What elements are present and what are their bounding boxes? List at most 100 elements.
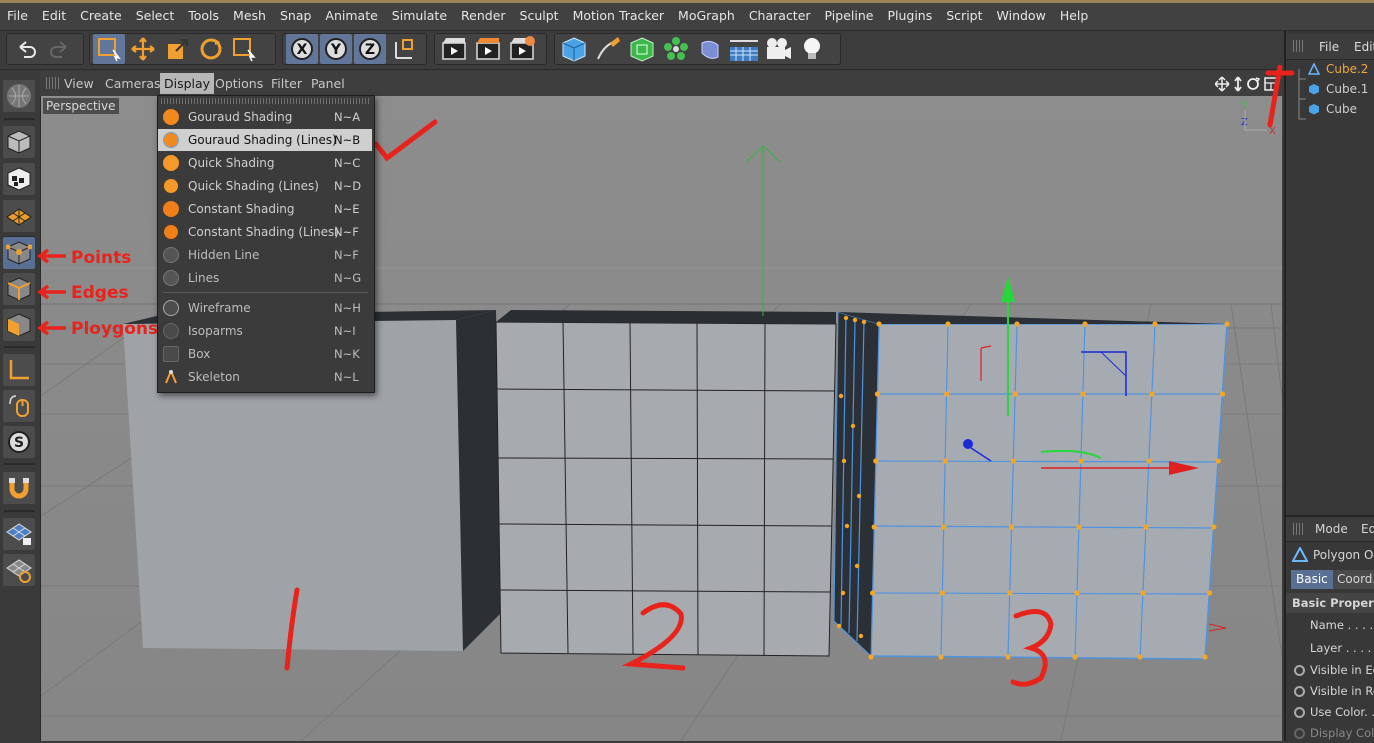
render-picture-viewer-button[interactable] — [472, 34, 504, 64]
render-group — [434, 33, 547, 65]
menu-file[interactable]: File — [0, 8, 35, 23]
display-item-gouraud-shading-lines[interactable]: Gouraud Shading (Lines) N~B — [158, 129, 372, 151]
make-editable-button[interactable] — [3, 80, 35, 112]
menu-mograph[interactable]: MoGraph — [671, 8, 742, 23]
display-color-radio[interactable] — [1294, 728, 1305, 739]
display-item-isoparms[interactable]: Isoparms N~I — [158, 320, 372, 342]
z-axis-icon: Z — [359, 38, 381, 60]
menu-motion-tracker[interactable]: Motion Tracker — [566, 8, 671, 23]
rotate-tool-button[interactable] — [195, 34, 227, 64]
menu-pipeline[interactable]: Pipeline — [818, 8, 881, 23]
panel-grip[interactable] — [1293, 40, 1305, 52]
light-button[interactable] — [796, 34, 828, 64]
polygons-mode-button[interactable] — [3, 309, 35, 341]
tab-coord[interactable]: Coord. — [1333, 570, 1374, 589]
attr-edit-menu[interactable]: Edi — [1361, 522, 1374, 536]
panel-menu[interactable]: Panel — [311, 76, 345, 91]
object-name: Cube — [1326, 102, 1357, 116]
menu-render[interactable]: Render — [454, 8, 513, 23]
z-axis-lock-button[interactable]: Z — [354, 34, 386, 64]
annotation-points: Points — [71, 248, 132, 268]
redo-button[interactable] — [44, 34, 76, 64]
solo-button[interactable]: S — [3, 426, 35, 458]
object-manager-menubar: File Edit — [1286, 34, 1374, 60]
menu-select[interactable]: Select — [129, 8, 182, 23]
display-item-shortcut: N~F — [334, 225, 359, 239]
live-selection-button[interactable] — [93, 34, 125, 64]
visible-editor-radio[interactable] — [1294, 665, 1305, 676]
menu-create[interactable]: Create — [73, 8, 129, 23]
undo-button[interactable] — [10, 34, 42, 64]
scale-icon — [168, 39, 188, 59]
view-menu[interactable]: View — [64, 76, 94, 91]
right-panel: File Edit Cube.2 Cube.1 Cube Mode Edi Po… — [1265, 31, 1374, 743]
camera-button[interactable] — [762, 34, 794, 64]
planar-workplane-button[interactable] — [3, 554, 35, 586]
scale-tool-button[interactable] — [161, 34, 193, 64]
y-axis-lock-button[interactable]: Y — [320, 34, 352, 64]
om-file-menu[interactable]: File — [1319, 40, 1339, 54]
menu-script[interactable]: Script — [939, 8, 989, 23]
edges-mode-button[interactable] — [3, 273, 35, 305]
display-item-gouraud-shading[interactable]: Gouraud Shading N~A — [158, 106, 372, 128]
render-settings-button[interactable] — [506, 34, 538, 64]
display-item-hidden-line[interactable]: Hidden Line N~F — [158, 244, 372, 266]
menu-tools[interactable]: Tools — [181, 8, 226, 23]
move-tool-button[interactable] — [127, 34, 159, 64]
menu-animate[interactable]: Animate — [318, 8, 384, 23]
subdivision-surface-button[interactable] — [626, 34, 658, 64]
menu-character[interactable]: Character — [742, 8, 818, 23]
panel-grip[interactable] — [46, 77, 60, 89]
menu-window[interactable]: Window — [990, 8, 1053, 23]
visible-renderer-radio[interactable] — [1294, 686, 1305, 697]
display-item-skeleton[interactable]: Skeleton N~L — [158, 366, 372, 388]
recent-tools-button[interactable] — [229, 34, 261, 64]
use-color-radio[interactable] — [1294, 707, 1305, 718]
om-edit-menu[interactable]: Edit — [1354, 40, 1374, 54]
menu-snap[interactable]: Snap — [273, 8, 318, 23]
rotate-icon — [200, 38, 222, 60]
attr-mode-menu[interactable]: Mode — [1315, 522, 1348, 536]
coordinate-system-button[interactable] — [388, 34, 420, 64]
menu-help[interactable]: Help — [1053, 8, 1096, 23]
tab-basic[interactable]: Basic — [1291, 570, 1333, 589]
display-item-constant-shading-lines[interactable]: Constant Shading (Lines) N~F — [158, 221, 372, 243]
axis-mode-button[interactable] — [3, 354, 35, 386]
display-item-quick-shading-lines[interactable]: Quick Shading (Lines) N~D — [158, 175, 372, 197]
use-color-label: Use Color. . . — [1310, 705, 1374, 719]
x-axis-lock-button[interactable]: X — [286, 34, 318, 64]
floor-button[interactable] — [728, 34, 760, 64]
display-item-box[interactable]: Box N~K — [158, 343, 372, 365]
display-item-quick-shading[interactable]: Quick Shading N~C — [158, 152, 372, 174]
points-mode-button[interactable] — [3, 237, 35, 269]
cloner-button[interactable] — [660, 34, 692, 64]
options-menu[interactable]: Options — [215, 76, 263, 91]
tweak-mode-button[interactable] — [3, 390, 35, 422]
display-item-constant-shading[interactable]: Constant Shading N~E — [158, 198, 372, 220]
history-group — [6, 33, 84, 65]
menu-edit[interactable]: Edit — [35, 8, 73, 23]
snap-button[interactable] — [3, 472, 35, 504]
display-item-lines[interactable]: Lines N~G — [158, 267, 372, 289]
menu-simulate[interactable]: Simulate — [385, 8, 454, 23]
workplane-button[interactable] — [3, 200, 35, 232]
menu-mesh[interactable]: Mesh — [226, 8, 273, 23]
panel-grip[interactable] — [1293, 523, 1305, 535]
deformer-button[interactable] — [694, 34, 726, 64]
window-title-strip — [0, 0, 1374, 3]
texture-mode-button[interactable] — [3, 163, 35, 195]
menu-sculpt[interactable]: Sculpt — [513, 8, 566, 23]
pen-spline-button[interactable] — [592, 34, 624, 64]
display-item-wireframe[interactable]: Wireframe N~H — [158, 297, 372, 319]
display-item-label: Isoparms — [188, 324, 243, 338]
locked-workplane-button[interactable] — [3, 518, 35, 550]
floor-grid-icon — [730, 40, 758, 61]
display-menu[interactable]: Display — [160, 73, 215, 94]
move-icon — [131, 37, 155, 61]
menu-plugins[interactable]: Plugins — [880, 8, 939, 23]
cube-object-button[interactable] — [558, 34, 590, 64]
cameras-menu[interactable]: Cameras — [105, 76, 161, 91]
filter-menu[interactable]: Filter — [271, 76, 302, 91]
render-view-button[interactable] — [438, 34, 470, 64]
model-mode-button[interactable] — [3, 126, 35, 158]
